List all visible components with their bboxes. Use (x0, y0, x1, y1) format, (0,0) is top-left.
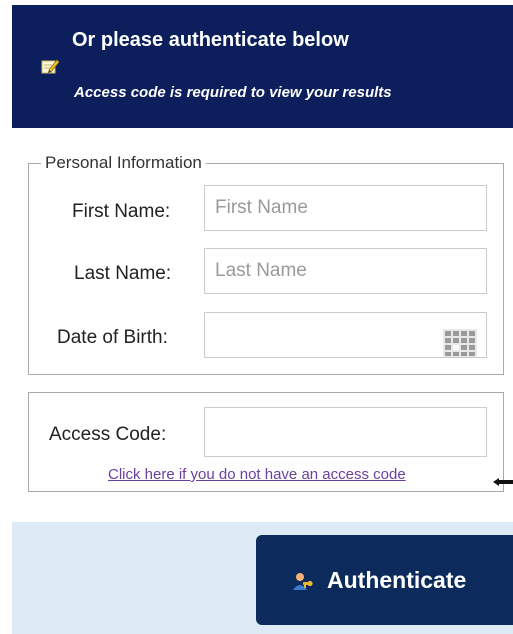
calendar-icon[interactable] (443, 329, 477, 357)
first-name-label: First Name: (72, 201, 171, 222)
authenticate-button[interactable]: Authenticate (256, 535, 513, 625)
auth-title: Or please authenticate below (72, 29, 349, 51)
user-key-icon (291, 571, 313, 593)
first-name-input[interactable] (204, 185, 487, 231)
auth-header: Or please authenticate below Access code… (12, 5, 513, 128)
access-code-input[interactable] (204, 407, 487, 457)
date-of-birth-label: Date of Birth: (57, 327, 168, 348)
no-access-code-link[interactable]: Click here if you do not have an access … (108, 466, 406, 483)
access-code-label: Access Code: (49, 424, 167, 445)
auth-subtitle: Access code is required to view your res… (74, 84, 392, 101)
authenticate-label: Authenticate (327, 567, 467, 593)
pointer-arrow-icon (493, 473, 513, 486)
pencil-note-icon (40, 56, 60, 76)
authentication-panel: Or please authenticate below Access code… (12, 5, 513, 634)
last-name-label: Last Name: (74, 263, 172, 284)
last-name-input[interactable] (204, 248, 487, 294)
personal-information-legend: Personal Information (45, 153, 202, 172)
